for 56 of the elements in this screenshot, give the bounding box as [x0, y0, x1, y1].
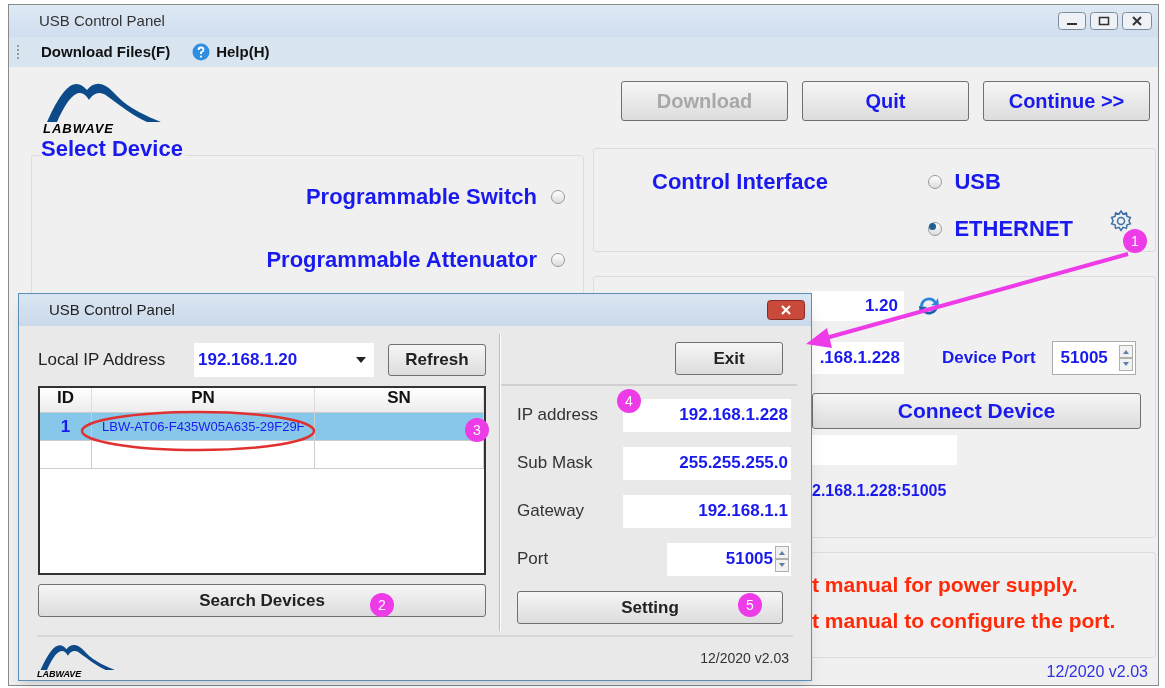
ip-dropdown[interactable]: 192.168.1.20 [194, 343, 374, 377]
settings-icon[interactable] [1109, 209, 1133, 233]
radio-button[interactable] [551, 189, 565, 204]
toolbar-button[interactable]: Quit [802, 81, 969, 121]
help-icon [192, 43, 211, 61]
column-header[interactable]: SN [315, 388, 484, 412]
toolbar-button[interactable]: Continue >> [983, 81, 1150, 121]
radio-label: ETHERNET [954, 215, 1073, 243]
port-spinbox[interactable]: 51005 [667, 542, 791, 576]
exit-button[interactable]: Exit [675, 342, 783, 375]
logo-text: LABWAVE [37, 670, 82, 679]
input-field[interactable]: 255.255.255.0 [623, 446, 791, 480]
warning-text: t manual to configure the port. [812, 609, 1117, 633]
spinbox-value: 51005 [1060, 347, 1108, 370]
radio-label: Programmable Attenuator [266, 246, 537, 274]
ip-field[interactable]: .168.1.228 [812, 342, 904, 374]
section-title: Control Interface [652, 168, 829, 195]
close-icon[interactable] [767, 300, 805, 320]
field-label: Local IP Address [38, 349, 167, 372]
connect-button[interactable]: Connect Device [812, 393, 1141, 429]
dropdown-value: 192.168.1.20 [198, 349, 298, 372]
radio-button[interactable] [928, 174, 943, 189]
field-label: IP address [517, 404, 598, 427]
close-icon[interactable] [1122, 12, 1152, 30]
port-spinbox[interactable]: 51005 [1051, 341, 1136, 375]
field-label: Sub Mask [517, 452, 593, 475]
spinbox-value: 51005 [725, 548, 773, 571]
column-header[interactable]: PN [92, 388, 315, 412]
table-cell-text: LBW-AT06-F435W05A635-29F29F [102, 417, 305, 436]
logo-text: LABWAVE [43, 122, 115, 135]
radio-button[interactable] [551, 252, 565, 267]
minimize-icon[interactable] [1058, 12, 1086, 30]
maximize-icon[interactable] [1090, 12, 1118, 30]
version-label: 12/2020 v2.03 [1046, 662, 1148, 682]
window-title: USB Control Panel [49, 299, 175, 320]
field-label: Port [517, 548, 549, 571]
ip-field[interactable]: 1.20 [812, 291, 904, 321]
menu-item[interactable]: Help(H) [216, 40, 270, 64]
table-row[interactable] [40, 441, 484, 469]
refresh-button[interactable]: Refresh [388, 344, 486, 376]
column-header[interactable]: ID [40, 388, 92, 412]
window-title: USB Control Panel [39, 10, 165, 31]
radio-button[interactable] [928, 221, 943, 236]
radio-label: USB [954, 168, 1001, 196]
version-label: 12/2020 v2.03 [700, 649, 789, 668]
caret-icon [356, 357, 366, 363]
table-cell-text: 1 [60, 415, 71, 438]
field-label: Gateway [517, 500, 585, 523]
menu-item[interactable]: Download Files(F) [41, 40, 171, 64]
spinner-arrows-icon[interactable] [1118, 345, 1133, 371]
input-field[interactable]: 192.168.1.1 [623, 494, 791, 528]
field-label: Device Port [942, 347, 1036, 370]
connection-status: 2.168.1.228:51005 [812, 481, 948, 501]
spinner-arrows-icon[interactable] [775, 546, 789, 572]
radio-label: Programmable Switch [305, 183, 537, 211]
warning-text: t manual for power supply. [812, 573, 1079, 597]
